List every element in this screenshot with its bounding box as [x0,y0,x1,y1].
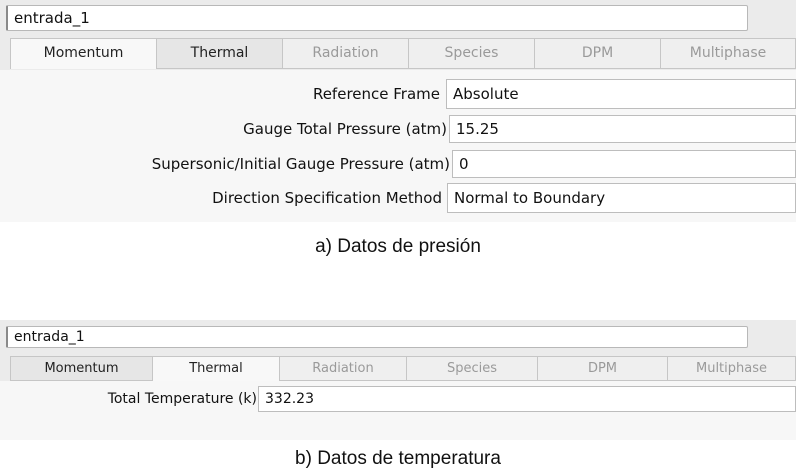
pressure-panel: entrada_1 Momentum Thermal Radiation Spe… [0,0,796,222]
temperature-panel: entrada_1 Momentum Thermal Radiation Spe… [0,320,796,440]
direction-method-label: Direction Specification Method [212,189,442,207]
tab-dpm[interactable]: DPM [535,38,661,69]
caption-b: b) Datos de temperatura [295,448,501,469]
total-temperature-input[interactable]: 332.23 [258,386,796,412]
tab-radiation[interactable]: Radiation [280,356,407,381]
gauge-total-pressure-input[interactable]: 15.25 [449,115,796,143]
thermal-form: Total Temperature (k) 332.23 [0,381,796,440]
tab-momentum[interactable]: Momentum [10,356,153,381]
tab-dpm[interactable]: DPM [538,356,668,381]
tab-bar: Momentum Thermal Radiation Species DPM M… [10,356,796,381]
tab-thermal[interactable]: Thermal [153,356,280,381]
direction-method-row: Direction Specification Method Normal to… [0,183,796,213]
tab-multiphase[interactable]: Multiphase [661,38,796,69]
zone-name-field[interactable]: entrada_1 [6,5,748,31]
tab-multiphase[interactable]: Multiphase [668,356,796,381]
tab-radiation[interactable]: Radiation [283,38,409,69]
reference-frame-dropdown[interactable]: Absolute [446,79,796,109]
supersonic-pressure-input[interactable]: 0 [452,150,796,178]
total-temperature-row: Total Temperature (k) 332.23 [0,385,796,413]
tab-momentum[interactable]: Momentum [10,38,157,69]
reference-frame-label: Reference Frame [312,85,440,103]
tab-species[interactable]: Species [409,38,535,69]
zone-name-field[interactable]: entrada_1 [6,326,748,348]
gauge-total-pressure-row: Gauge Total Pressure (atm) 15.25 [0,114,796,144]
supersonic-pressure-row: Supersonic/Initial Gauge Pressure (atm) … [0,149,796,179]
momentum-form: Reference Frame Absolute Gauge Total Pre… [0,70,796,222]
supersonic-pressure-label: Supersonic/Initial Gauge Pressure (atm) [151,155,450,173]
reference-frame-row: Reference Frame Absolute [0,79,796,109]
tab-species[interactable]: Species [407,356,538,381]
gauge-total-pressure-label: Gauge Total Pressure (atm) [243,120,447,138]
caption-a: a) Datos de presión [315,236,481,257]
direction-method-dropdown[interactable]: Normal to Boundary [447,183,796,213]
total-temperature-label: Total Temperature (k) [107,391,257,407]
tab-thermal[interactable]: Thermal [157,38,283,69]
tab-bar: Momentum Thermal Radiation Species DPM M… [10,38,796,69]
